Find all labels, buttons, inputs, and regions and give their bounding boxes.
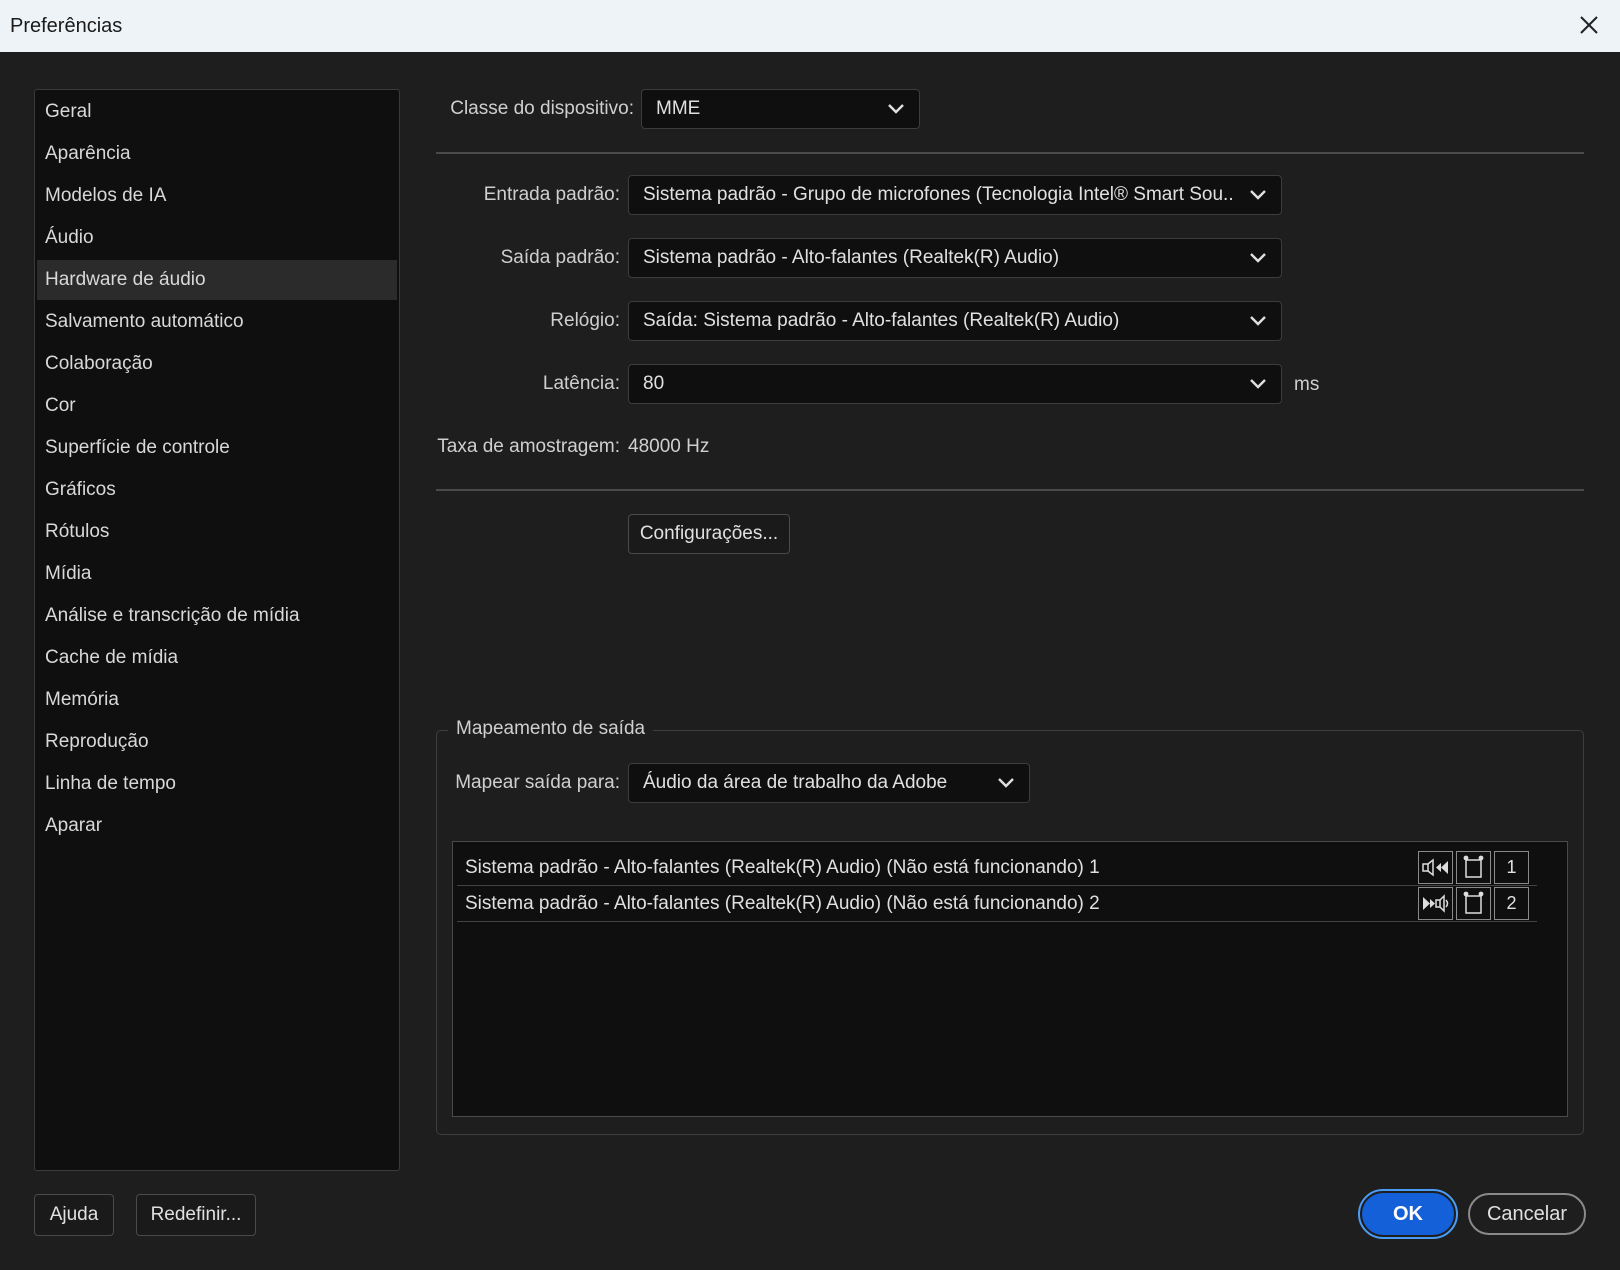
clock-label: Relógio: xyxy=(550,310,620,331)
sidebar-item-linha-de-tempo[interactable]: Linha de tempo xyxy=(37,764,397,804)
table-row[interactable]: Sistema padrão - Alto-falantes (Realtek(… xyxy=(457,850,1537,886)
table-row[interactable]: Sistema padrão - Alto-falantes (Realtek(… xyxy=(457,886,1537,922)
map-output-value: Áudio da área de trabalho da Adobe xyxy=(643,772,948,793)
sidebar-item-reproducao[interactable]: Reprodução xyxy=(37,722,397,762)
chevron-down-icon xyxy=(998,778,1014,788)
sidebar-item-aparar[interactable]: Aparar xyxy=(37,806,397,846)
default-input-value: Sistema padrão - Grupo de microfones (Te… xyxy=(643,184,1233,205)
sidebar-item-memoria[interactable]: Memória xyxy=(37,680,397,720)
latency-unit: ms xyxy=(1294,374,1320,395)
map-output-dropdown[interactable]: Áudio da área de trabalho da Adobe xyxy=(628,763,1030,803)
default-output-label: Saída padrão: xyxy=(500,247,620,268)
chevron-down-icon xyxy=(1250,316,1266,326)
chevron-down-icon xyxy=(1250,190,1266,200)
row-label: Sistema padrão - Alto-falantes (Realtek(… xyxy=(465,893,1100,914)
divider xyxy=(436,152,1584,154)
help-button[interactable]: Ajuda xyxy=(34,1194,114,1236)
reset-button[interactable]: Redefinir... xyxy=(136,1194,256,1236)
ok-button[interactable]: OK xyxy=(1358,1189,1458,1239)
chevron-down-icon xyxy=(1250,253,1266,263)
channel-number: 2 xyxy=(1494,887,1529,920)
sidebar-item-graficos[interactable]: Gráficos xyxy=(37,470,397,510)
sample-rate-value: 48000 Hz xyxy=(628,436,710,457)
default-output-value: Sistema padrão - Alto-falantes (Realtek(… xyxy=(643,247,1060,268)
sidebar-item-superficie-de-controle[interactable]: Superfície de controle xyxy=(37,428,397,468)
cancel-button[interactable]: Cancelar xyxy=(1468,1193,1586,1235)
sample-rate-label: Taxa de amostragem: xyxy=(437,436,620,457)
sidebar-item-audio[interactable]: Áudio xyxy=(37,218,397,258)
preferences-sidebar: Geral Aparência Modelos de IA Áudio Hardware… xyxy=(34,89,400,1171)
ok-button-label[interactable]: OK xyxy=(1362,1193,1454,1235)
settings-button[interactable]: Configurações... xyxy=(628,514,790,554)
close-icon[interactable] xyxy=(1576,12,1602,38)
latency-label: Latência: xyxy=(542,373,620,394)
device-class-value: MME xyxy=(656,98,701,119)
map-output-label: Mapear saída para: xyxy=(455,772,620,793)
chevron-down-icon xyxy=(1250,379,1266,389)
speaker-right-icon xyxy=(1418,887,1453,920)
sidebar-item-midia[interactable]: Mídia xyxy=(37,554,397,594)
latency-value: 80 xyxy=(643,373,665,394)
channel-map-icon xyxy=(1456,851,1491,884)
sidebar-item-aparencia[interactable]: Aparência xyxy=(37,134,397,174)
device-class-label: Classe do dispositivo: xyxy=(450,98,634,119)
clock-dropdown[interactable]: Saída: Sistema padrão - Alto-falantes (R… xyxy=(628,301,1282,341)
default-output-dropdown[interactable]: Sistema padrão - Alto-falantes (Realtek(… xyxy=(628,238,1282,278)
sidebar-item-cache-de-midia[interactable]: Cache de mídia xyxy=(37,638,397,678)
default-input-dropdown[interactable]: Sistema padrão - Grupo de microfones (Te… xyxy=(628,175,1282,215)
sidebar-item-rotulos[interactable]: Rótulos xyxy=(37,512,397,552)
sidebar-item-modelos-de-ia[interactable]: Modelos de IA xyxy=(37,176,397,216)
sidebar-item-analise-e-transcricao-de-midia[interactable]: Análise e transcrição de mídia xyxy=(37,596,397,636)
output-mapping-table: Sistema padrão - Alto-falantes (Realtek(… xyxy=(452,841,1568,1117)
sidebar-item-salvamento-automatico[interactable]: Salvamento automático xyxy=(37,302,397,342)
channel-number: 1 xyxy=(1494,851,1529,884)
row-label: Sistema padrão - Alto-falantes (Realtek(… xyxy=(465,857,1100,878)
divider xyxy=(436,489,1584,491)
sidebar-item-cor[interactable]: Cor xyxy=(37,386,397,426)
speaker-left-icon xyxy=(1418,851,1453,884)
sidebar-item-colaboracao[interactable]: Colaboração xyxy=(37,344,397,384)
sidebar-item-hardware-de-audio[interactable]: Hardware de áudio xyxy=(37,260,397,300)
sidebar-item-geral[interactable]: Geral xyxy=(37,92,397,132)
title-bar: Preferências xyxy=(0,0,1620,52)
window-title: Preferências xyxy=(10,15,123,37)
device-class-dropdown[interactable]: MME xyxy=(641,89,920,129)
output-mapping-title: Mapeamento de saída xyxy=(448,716,654,742)
clock-value: Saída: Sistema padrão - Alto-falantes (R… xyxy=(643,310,1120,331)
channel-map-icon xyxy=(1456,887,1491,920)
latency-dropdown[interactable]: 80 xyxy=(628,364,1282,404)
default-input-label: Entrada padrão: xyxy=(483,184,620,205)
chevron-down-icon xyxy=(888,104,904,114)
